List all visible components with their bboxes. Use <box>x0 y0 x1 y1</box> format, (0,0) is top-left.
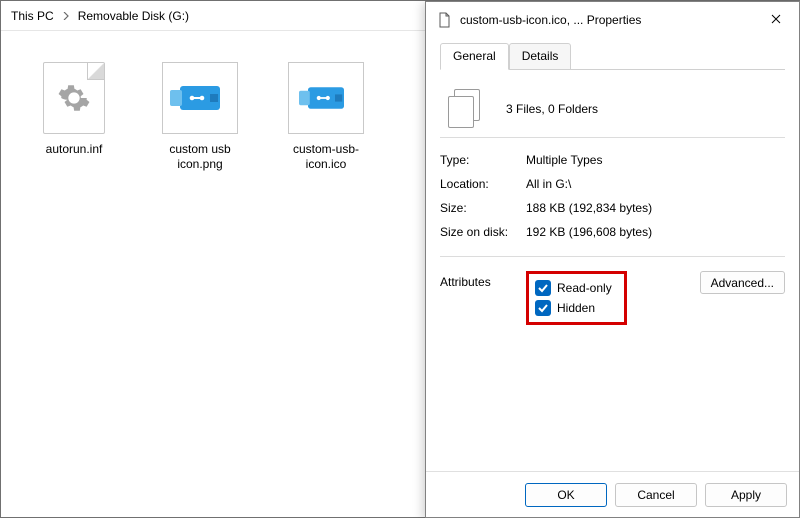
size-on-disk-value: 192 KB (196,608 bytes) <box>526 225 652 239</box>
advanced-button[interactable]: Advanced... <box>700 271 785 294</box>
file-item[interactable]: autorun.inf <box>21 60 127 172</box>
file-label: custom usb icon.png <box>147 142 253 172</box>
type-label: Type: <box>440 153 526 167</box>
file-label: autorun.inf <box>46 142 103 157</box>
file-item[interactable]: custom usb icon.png <box>147 60 253 172</box>
attributes-highlight: Read-only Hidden <box>526 271 627 325</box>
explorer-window: This PC Removable Disk (G:) autorun.inf <box>0 0 800 518</box>
inf-file-icon <box>36 60 112 136</box>
ico-file-icon <box>288 60 364 136</box>
location-value: All in G:\ <box>526 177 571 191</box>
breadcrumb-item-drive[interactable]: Removable Disk (G:) <box>74 9 193 23</box>
checkbox-checked-icon <box>535 300 551 316</box>
close-icon <box>771 13 781 27</box>
checkbox-checked-icon <box>535 280 551 296</box>
size-value: 188 KB (192,834 bytes) <box>526 201 652 215</box>
file-label: custom-usb-icon.ico <box>273 142 379 172</box>
dialog-footer: OK Cancel Apply <box>426 471 799 517</box>
properties-dialog: custom-usb-icon.ico, ... Properties Gene… <box>425 1 800 518</box>
dialog-titlebar[interactable]: custom-usb-icon.ico, ... Properties <box>426 2 799 38</box>
hidden-checkbox[interactable]: Hidden <box>535 298 612 318</box>
readonly-checkbox[interactable]: Read-only <box>535 278 612 298</box>
tab-strip: General Details <box>440 42 785 70</box>
size-on-disk-label: Size on disk: <box>440 225 526 239</box>
readonly-label: Read-only <box>557 281 612 295</box>
summary-text: 3 Files, 0 Folders <box>506 102 598 116</box>
apply-button[interactable]: Apply <box>705 483 787 507</box>
type-value: Multiple Types <box>526 153 602 167</box>
attributes-label: Attributes <box>440 271 526 325</box>
tab-panel-general: 3 Files, 0 Folders Type: Multiple Types … <box>440 70 785 325</box>
file-item[interactable]: custom-usb-icon.ico <box>273 60 379 172</box>
ok-button[interactable]: OK <box>525 483 607 507</box>
breadcrumb-item-thispc[interactable]: This PC <box>7 9 58 23</box>
tab-details[interactable]: Details <box>509 43 572 70</box>
hidden-label: Hidden <box>557 301 595 315</box>
files-stack-icon <box>446 89 484 129</box>
size-label: Size: <box>440 201 526 215</box>
tab-general[interactable]: General <box>440 43 509 70</box>
document-icon <box>436 12 452 28</box>
png-file-icon <box>162 60 238 136</box>
cancel-button[interactable]: Cancel <box>615 483 697 507</box>
location-label: Location: <box>440 177 526 191</box>
close-button[interactable] <box>753 2 799 38</box>
chevron-right-icon <box>58 9 74 23</box>
dialog-title: custom-usb-icon.ico, ... Properties <box>460 13 641 27</box>
